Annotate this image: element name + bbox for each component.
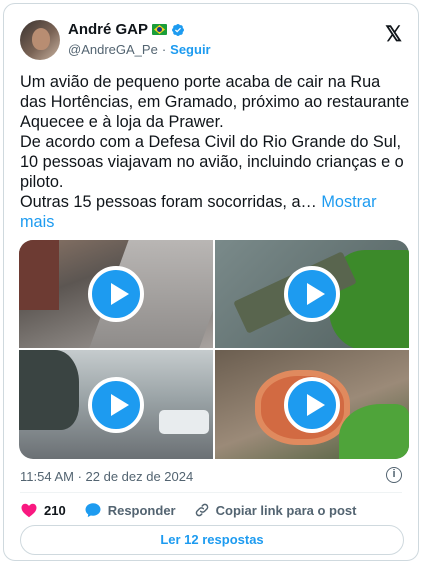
reply-button[interactable]: Responder [84, 501, 176, 519]
like-count: 210 [44, 502, 66, 518]
tweet-paragraph: De acordo com a Defesa Civil do Rio Gran… [20, 133, 404, 191]
brazil-flag-icon [152, 24, 168, 35]
action-bar: 210 Responder Copiar link para o post [20, 501, 374, 519]
avatar[interactable] [20, 20, 60, 60]
divider [20, 492, 402, 493]
play-icon[interactable] [284, 266, 340, 322]
video-thumbnail[interactable] [19, 240, 213, 348]
timestamp[interactable]: 11:54 AM · 22 de dez de 2024 [20, 469, 193, 484]
play-icon[interactable] [88, 266, 144, 322]
like-button[interactable]: 210 [20, 501, 66, 519]
author-handle[interactable]: @AndreGA_Pe [68, 42, 158, 57]
read-replies-button[interactable]: Ler 12 respostas [20, 525, 404, 555]
x-logo-icon[interactable]: 𝕏 [385, 22, 402, 47]
author-name-row: André GAP [68, 21, 185, 38]
reply-label: Responder [107, 502, 176, 518]
tweet-card: André GAP @AndreGA_Pe · Seguir 𝕏 Um aviã… [3, 3, 419, 561]
police-car-image [159, 410, 209, 434]
copy-link-button[interactable]: Copiar link para o post [194, 502, 357, 518]
reply-bubble-icon [85, 503, 101, 518]
heart-icon [21, 503, 37, 518]
building-image [19, 240, 59, 310]
video-thumbnail[interactable] [215, 240, 409, 348]
info-icon[interactable]: i [386, 467, 402, 483]
tweet-text: Um avião de pequeno porte acaba de cair … [20, 72, 410, 232]
video-thumbnail[interactable] [19, 350, 213, 459]
tweet-paragraph-text: Outras 15 pessoas foram socorridas, a… [20, 193, 317, 211]
media-grid [19, 240, 409, 459]
verified-badge-icon [172, 23, 184, 36]
author-name[interactable]: André GAP [68, 21, 148, 38]
tree-image [19, 350, 79, 430]
follow-button[interactable]: Seguir [170, 42, 210, 57]
copy-link-label: Copiar link para o post [215, 502, 357, 518]
play-icon[interactable] [88, 376, 144, 433]
author-handle-row: @AndreGA_Pe · Seguir [68, 42, 211, 57]
link-icon [195, 503, 208, 517]
separator-dot: · [161, 42, 167, 57]
play-icon[interactable] [284, 376, 340, 433]
tweet-paragraph: Um avião de pequeno porte acaba de cair … [20, 73, 410, 131]
video-thumbnail[interactable] [215, 350, 409, 459]
tweet-paragraph: Outras 15 pessoas foram socorridas, a… M… [20, 192, 410, 232]
